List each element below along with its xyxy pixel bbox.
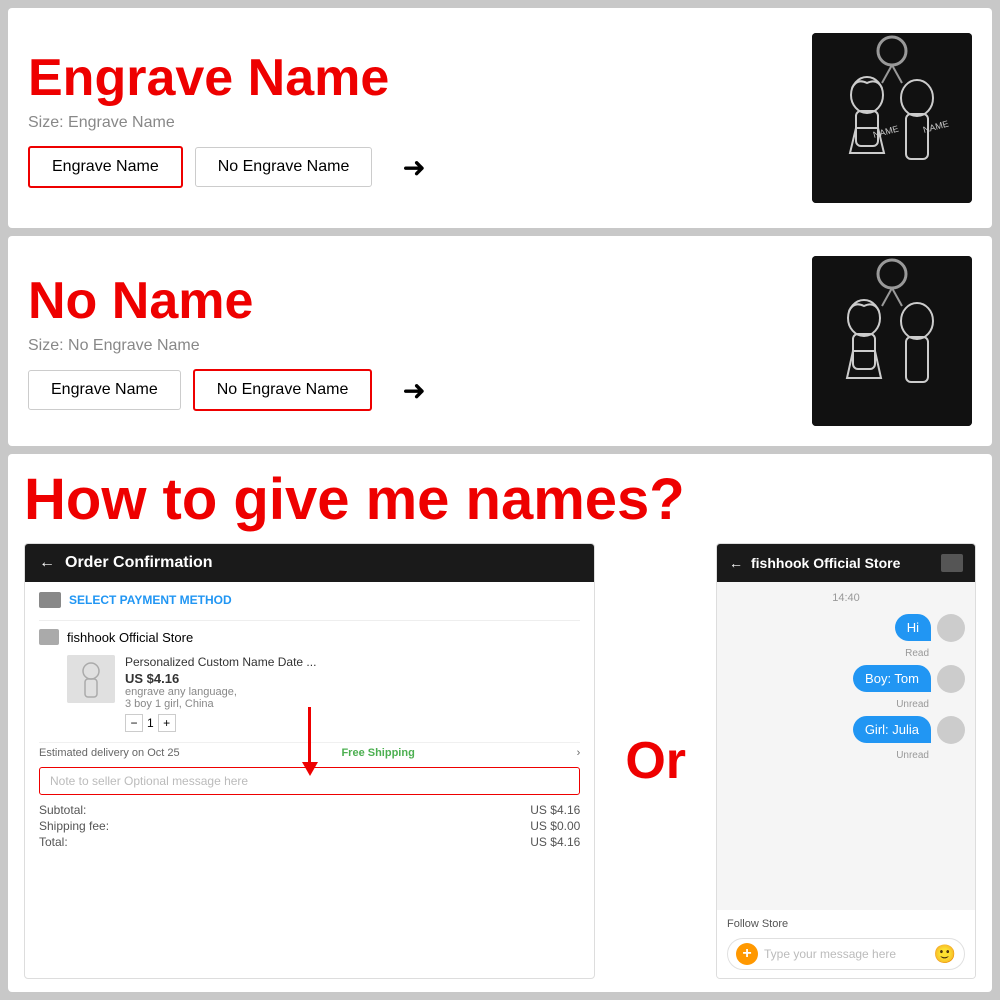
no-engrave-name-button[interactable]: No Engrave Name [195,147,373,187]
order-body: SELECT PAYMENT METHOD fishhook Official … [25,582,594,978]
chat-panel: ← fishhook Official Store 14:40 Hi Read [716,543,976,979]
chat-message-2: Boy: Tom [727,665,965,693]
main-container: Engrave Name Size: Engrave Name Engrave … [0,0,1000,1000]
chat-avatar-1 [937,614,965,642]
follow-store-label[interactable]: Follow Store [727,918,965,930]
qty-value: 1 [147,716,154,730]
engrave-size-label: Size: Engrave Name [28,114,812,132]
total-label: Total: [39,835,68,849]
chat-avatar-2 [937,665,965,693]
product-desc1: engrave any language, [125,686,580,698]
chat-back-arrow[interactable]: ← [729,555,743,571]
free-shipping-label: Free Shipping [341,747,414,759]
chat-time: 14:40 [727,592,965,604]
delivery-text: Estimated delivery on Oct 25 [39,747,180,759]
order-confirmation-title: Order Confirmation [65,554,213,572]
order-confirmation-panel: ← Order Confirmation SELECT PAYMENT METH… [24,543,595,979]
chat-header: ← fishhook Official Store [717,544,975,582]
how-to-title: How to give me names? [24,466,976,533]
chat-bubble-boy: Boy: Tom [853,665,931,692]
shipping-label: Shipping fee: [39,819,109,833]
chat-message-3: Girl: Julia [727,716,965,744]
back-arrow-icon[interactable]: ← [39,554,55,572]
section-no-name-left: No Name Size: No Engrave Name Engrave Na… [28,271,812,411]
section-engrave: Engrave Name Size: Engrave Name Engrave … [8,8,992,228]
order-header: ← Order Confirmation [25,544,594,582]
or-separator: Or [615,731,696,791]
chat-footer: Follow Store + Type your message here 🙂 [717,910,975,978]
totals-section: Subtotal: US $4.16 Shipping fee: US $0.0… [39,803,580,849]
subtotal-label: Subtotal: [39,803,86,817]
shipping-value: US $0.00 [530,819,580,833]
subtotal-value: US $4.16 [530,803,580,817]
product-desc2: 3 boy 1 girl, China [125,698,580,710]
qty-row: − 1 + [125,714,580,732]
arrow-right-icon-2: ➜ [402,374,425,407]
chat-input-row: + Type your message here 🙂 [727,938,965,970]
engrave-options: Engrave Name No Engrave Name ➜ [28,146,812,188]
payment-icon [39,592,61,608]
section-how-to: How to give me names? ← Order Confirmati… [8,454,992,992]
subtotal-row: Subtotal: US $4.16 [39,803,580,817]
keychain-svg-1: NAME NAME [812,33,972,203]
store-row: fishhook Official Store [39,629,580,645]
qty-minus-button[interactable]: − [125,714,143,732]
no-name-title: No Name [28,271,812,331]
chat-status-1: Read [727,648,965,659]
no-name-size-label: Size: No Engrave Name [28,337,812,355]
no-name-engrave-button[interactable]: Engrave Name [28,370,181,410]
engrave-title: Engrave Name [28,48,812,108]
note-placeholder: Note to seller Optional message here [50,774,248,788]
delivery-arrow: › [577,747,581,759]
chat-bubble-girl: Girl: Julia [853,716,931,743]
section-engrave-left: Engrave Name Size: Engrave Name Engrave … [28,48,812,188]
total-value: US $4.16 [530,835,580,849]
qty-plus-button[interactable]: + [158,714,176,732]
chat-message-1: Hi [727,614,965,642]
chat-avatar-3 [937,716,965,744]
shipping-row: Shipping fee: US $0.00 [39,819,580,833]
chat-add-button[interactable]: + [736,943,758,965]
no-name-no-engrave-button[interactable]: No Engrave Name [193,369,373,411]
chat-input[interactable]: Type your message here [764,947,928,961]
no-name-options: Engrave Name No Engrave Name ➜ [28,369,812,411]
keychain-image-1: NAME NAME [812,33,972,203]
emoji-icon[interactable]: 🙂 [934,944,956,965]
chat-body: 14:40 Hi Read Boy: Tom Unread [717,582,975,910]
select-payment-label[interactable]: SELECT PAYMENT METHOD [69,593,232,607]
chat-store-name: fishhook Official Store [751,555,900,571]
arrow-right-icon: ➜ [402,151,425,184]
product-details: Personalized Custom Name Date ... US $4.… [125,655,580,732]
chat-store-icon [941,554,963,572]
store-icon-chat [941,554,963,572]
keychain-image-2 [812,256,972,426]
chat-status-2: Unread [727,699,965,710]
section-no-name: No Name Size: No Engrave Name Engrave Na… [8,236,992,446]
payment-row: SELECT PAYMENT METHOD [39,592,580,608]
total-row: Total: US $4.16 [39,835,580,849]
bottom-content: ← Order Confirmation SELECT PAYMENT METH… [24,543,976,979]
product-thumbnail [67,655,115,703]
product-price: US $4.16 [125,671,580,686]
keychain-svg-2 [812,256,972,426]
chat-status-3: Unread [727,750,965,761]
store-icon [39,629,59,645]
store-name-label: fishhook Official Store [67,630,193,645]
engrave-name-button[interactable]: Engrave Name [28,146,183,188]
chat-bubble-hi: Hi [895,614,931,641]
product-name-text: Personalized Custom Name Date ... [125,655,580,669]
